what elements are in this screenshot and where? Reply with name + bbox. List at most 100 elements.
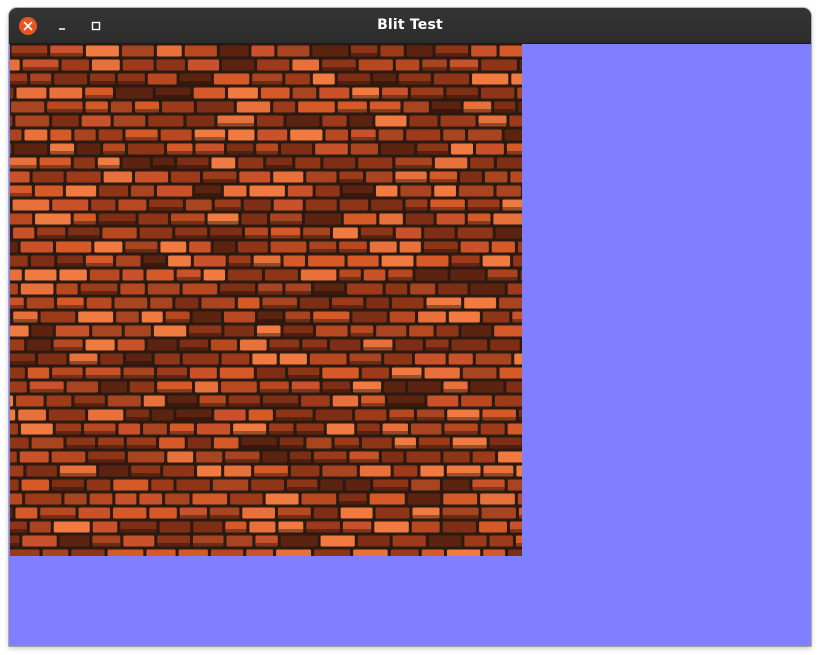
brick-shadow [30, 81, 52, 85]
brick [182, 283, 218, 295]
brick [304, 213, 341, 225]
brick [228, 269, 262, 281]
brick [56, 241, 92, 253]
brick [189, 241, 211, 253]
brick [306, 171, 337, 183]
brick [149, 507, 177, 519]
brick-shadow [66, 445, 96, 449]
brick [22, 535, 57, 547]
brick [411, 521, 440, 533]
brick-shadow [209, 515, 240, 519]
brick-shadow [10, 165, 37, 169]
brick [53, 521, 90, 533]
brick [411, 479, 440, 491]
brick [46, 395, 72, 407]
brick [276, 549, 312, 556]
brick-shadow [391, 375, 422, 379]
brick-shadow [203, 179, 237, 183]
brick [159, 521, 191, 533]
brick [314, 549, 351, 556]
brick [389, 311, 416, 323]
brick [470, 381, 504, 393]
brick [498, 451, 522, 463]
brick [27, 367, 50, 379]
brick [214, 409, 246, 421]
brick-shadow [339, 501, 367, 505]
brick-shadow [165, 319, 190, 323]
brick [252, 353, 277, 365]
brick-shadow [361, 403, 385, 407]
brick [442, 479, 470, 491]
brick [281, 143, 313, 155]
brick-shadow [57, 263, 83, 267]
brick [481, 507, 516, 519]
brick-shadow [360, 235, 393, 239]
brick [301, 395, 330, 407]
brick [249, 521, 276, 533]
brick [230, 493, 263, 505]
brick [187, 437, 211, 449]
brick-shadow [97, 165, 120, 169]
brick [381, 255, 414, 267]
brick [78, 507, 111, 519]
brick-shadow [489, 445, 522, 449]
brick-shadow [39, 165, 71, 169]
brick [519, 59, 522, 71]
brick [237, 241, 268, 253]
brick-shadow [85, 95, 113, 99]
brick [118, 423, 141, 435]
brick [35, 213, 71, 225]
brick [16, 395, 44, 407]
brick [139, 227, 173, 239]
brick [516, 465, 522, 477]
brick [506, 381, 522, 393]
brick [196, 451, 223, 463]
brick-shadow [176, 277, 201, 281]
brick-shadow [73, 221, 96, 225]
brick [257, 59, 290, 71]
brick [359, 465, 391, 477]
brick-shadow [286, 487, 318, 491]
brick [55, 325, 90, 337]
brick-shadow [47, 109, 83, 113]
brick [428, 535, 462, 547]
brick [408, 381, 441, 393]
brick-shadow [314, 291, 345, 295]
brick-shadow [283, 333, 313, 337]
brick [10, 437, 29, 449]
brick-shadow [291, 389, 320, 393]
brick-shadow [430, 207, 465, 211]
brick-shadow [83, 431, 116, 435]
brick [298, 101, 335, 113]
brick-shadow [90, 81, 115, 85]
brick [490, 339, 520, 351]
brick [440, 115, 476, 127]
brick [210, 549, 244, 556]
brick [395, 227, 422, 239]
brick [66, 381, 99, 393]
brick [94, 241, 123, 253]
brick [476, 143, 504, 155]
brick-shadow [494, 109, 516, 113]
brick-shadow [29, 389, 64, 393]
brick [242, 507, 275, 519]
brick [129, 381, 155, 393]
brick [27, 339, 51, 351]
title-bar[interactable]: Blit Test [9, 8, 811, 44]
brick-shadow [482, 417, 516, 421]
brick [52, 199, 89, 211]
brick-shadow [352, 389, 382, 393]
brick-shadow [339, 179, 364, 183]
brick [10, 101, 45, 113]
brick-shadow [331, 305, 364, 309]
brick [59, 535, 90, 547]
brick [113, 507, 147, 519]
brick-shadow [483, 473, 514, 477]
brick [395, 59, 420, 71]
brick-shadow [207, 221, 239, 225]
brick-wall-image [10, 44, 522, 556]
brick [495, 227, 522, 239]
brick [352, 311, 387, 323]
brick [436, 325, 459, 337]
brick-shadow [134, 109, 160, 113]
